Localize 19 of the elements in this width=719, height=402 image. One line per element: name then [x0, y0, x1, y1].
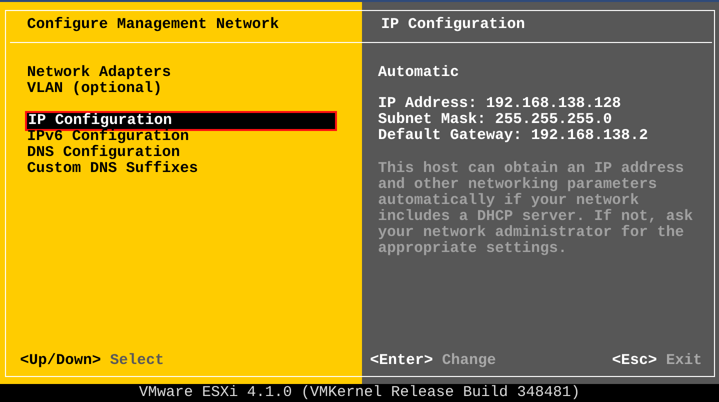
- detail-text: Default Gateway: 192.168.138.2: [378, 127, 648, 144]
- detail-text: Subnet Mask: 255.255.255.0: [378, 111, 612, 128]
- mode-text: Automatic: [378, 64, 460, 81]
- panel-title: Configure Management Network: [27, 16, 280, 33]
- action-label: Exit: [666, 353, 702, 369]
- key-label: <Esc>: [612, 353, 657, 369]
- key-label: <Enter>: [370, 353, 434, 369]
- menu-item[interactable]: DNS Configuration: [27, 145, 362, 161]
- status-bar-text: VMware ESXi 4.1.0 (VMKernel Release Build 348481): [138, 385, 580, 401]
- detail-text: IP Address: 192.168.138.128: [378, 95, 622, 112]
- action-label: Select: [110, 353, 164, 369]
- key-label: <Up/Down>: [20, 353, 102, 369]
- panel-title: IP Configuration: [381, 16, 526, 33]
- menu-item[interactable]: VLAN (optional): [27, 81, 362, 97]
- menu-item[interactable]: Custom DNS Suffixes: [27, 161, 362, 177]
- menu-item[interactable]: IPv6 Configuration: [27, 129, 362, 145]
- menu-item[interactable]: Network Adapters: [27, 65, 362, 81]
- action-label: Change: [442, 353, 496, 369]
- description-text: This host can obtain an IP address and other networking parameters automatically if your network includes a DHCP server. If not, ask your network administrator for the appropriate settings.: [378, 161, 694, 257]
